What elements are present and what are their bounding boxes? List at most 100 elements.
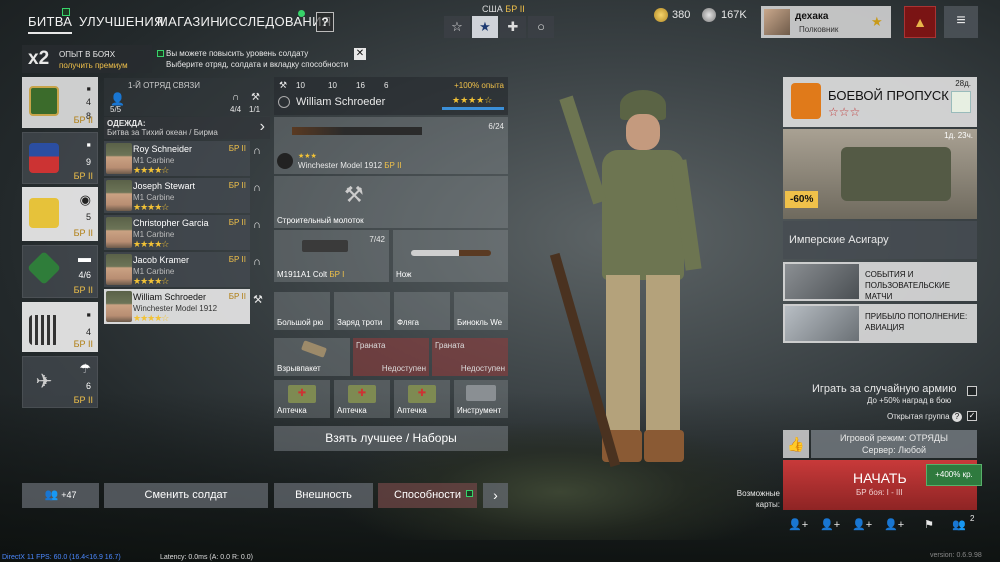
item-slot-1[interactable]: ✚ Аптечка [274, 380, 330, 418]
close-notice-button[interactable]: ✕ [354, 48, 366, 60]
grenade-slot-2[interactable]: Граната Недоступен [353, 338, 429, 376]
gear-slot-4[interactable]: Бинокль We [454, 292, 508, 330]
soldier-rank: БР II [228, 181, 246, 190]
knife-slot[interactable]: Нож [393, 230, 508, 282]
soldier-row-1[interactable]: Roy Schneider M1 Carbine ★★★★☆ БР II [104, 141, 250, 176]
battle-rating: БР боя: I - III [856, 488, 903, 497]
debug-latency: Latency: 0.0ms (A: 0.0 R: 0.0) [160, 554, 253, 561]
grenade-name: Граната [435, 341, 465, 350]
help-button[interactable]: ? [316, 12, 334, 32]
squad-emblem-icon [29, 143, 59, 173]
squad-item-3[interactable]: ◉ 5 БР II [22, 187, 98, 241]
soldier-stars: ★★★★☆ [133, 276, 169, 286]
item-slot-4[interactable]: Инструмент [454, 380, 508, 418]
medkit-icon: ✚ [348, 385, 376, 403]
add-friend-icon[interactable]: 👤+ [852, 518, 872, 531]
next-button[interactable]: › [483, 483, 508, 508]
boost-title: ОПЫТ В БОЯХ [59, 50, 116, 59]
change-soldier-button[interactable]: Сменить солдат [104, 483, 268, 508]
abilities-button[interactable]: Способности [378, 483, 477, 508]
grenade-slot-1[interactable]: Взрывпакет [274, 338, 350, 376]
army-star-outline-icon[interactable]: ☆ [444, 16, 470, 38]
tab-research[interactable]: ИССЛЕДОВАНИЯ [219, 14, 331, 29]
gear-slot-3[interactable]: Фляга [394, 292, 450, 330]
like-button[interactable]: 👍 [783, 430, 809, 458]
item-slot-3[interactable]: ✚ Аптечка [394, 380, 450, 418]
soldier-row-3[interactable]: Christopher Garcia M1 Carbine ★★★★☆ БР I… [104, 215, 250, 250]
premium-boost[interactable]: x2 ОПЫТ В БОЯХ получить премиум [22, 45, 152, 73]
group-icon[interactable]: 👥 [952, 518, 966, 531]
left-leg [606, 275, 640, 435]
news-card-2[interactable]: ПРИБЫЛО ПОПОЛНЕНИЕ: АВИАЦИЯ [783, 304, 977, 343]
silver-amount: 167K [721, 9, 747, 21]
soldier-weapon: Winchester Model 1912 [133, 304, 218, 313]
battlepass-icon [791, 83, 821, 119]
squad-emblem-icon [29, 315, 59, 345]
soldier-weapon: M1 Carbine [133, 193, 175, 202]
primary-name: Winchester Model 1912 БР II [298, 161, 402, 170]
news-card-1[interactable]: СОБЫТИЯ И ПОЛЬЗОВАТЕЛЬСКИЕ МАТЧИ [783, 262, 977, 301]
soldier-row-5[interactable]: William Schroeder Winchester Model 1912 … [104, 289, 250, 324]
tab-shop[interactable]: МАГАЗИН [157, 14, 220, 29]
soldier-detail-name: William Schroeder [296, 96, 386, 108]
item-slot-2[interactable]: ✚ Аптечка [334, 380, 390, 418]
soldier-name: William Schroeder [133, 292, 207, 302]
offer-card[interactable]: -60% 1д. 23ч. [783, 129, 977, 219]
soldier-row-2[interactable]: Joseph Stewart M1 Carbine ★★★★☆ БР II [104, 178, 250, 213]
shotgun-icon [292, 127, 422, 135]
soldier-stars: ★★★★☆ [133, 239, 169, 249]
tab-battle[interactable]: БИТВА [28, 14, 73, 34]
tab-battle-badge [62, 8, 70, 16]
open-group-checkbox[interactable]: ✓ [967, 411, 977, 421]
right-boot [644, 430, 684, 462]
add-friend-icon[interactable]: 👤+ [788, 518, 808, 531]
help-icon[interactable]: ? [952, 412, 962, 422]
soldier-weapon: M1 Carbine [133, 267, 175, 276]
squad-item-4[interactable]: ▬ 4/6 БР II [22, 245, 98, 298]
soldier-row-4[interactable]: Jacob Kramer M1 Carbine ★★★★☆ БР II [104, 252, 250, 287]
possible-maps[interactable]: Возможные карты: [734, 488, 780, 510]
offer-title-card[interactable]: Имперские Асигару [783, 221, 977, 259]
gear-slot-2[interactable]: Заряд троти [334, 292, 390, 330]
random-army-checkbox[interactable] [967, 386, 977, 396]
menu-button[interactable]: ≡ [944, 6, 978, 38]
pistol-slot[interactable]: 7/42 M1911A1 Colt БР I [274, 230, 389, 282]
research-notification-dot [298, 10, 305, 17]
squad-type-icon: ▪ [86, 81, 91, 96]
news-image [785, 264, 859, 299]
profile-card[interactable]: дехака Полковник ★ [761, 6, 891, 38]
squad-item-6[interactable]: ✈ ☂ 6 БР II [22, 356, 98, 408]
tool-slot[interactable]: ⚒ Строительный молоток [274, 176, 508, 228]
wrench-icon: ⚒ [253, 294, 263, 306]
engineer-count: 1/1 [249, 105, 261, 114]
tab-upgrades[interactable]: УЛУЧШЕНИЯ [79, 14, 164, 29]
grenade-slot-3[interactable]: Граната Недоступен [432, 338, 508, 376]
recruit-button[interactable]: 👥 +47 [22, 483, 99, 508]
soldier-rank: БР II [228, 255, 246, 264]
army-usa-icon[interactable]: ★ [472, 16, 498, 38]
battlepass-card[interactable]: БОЕВОЙ ПРОПУСК ☆☆☆ 28д. [783, 77, 977, 127]
gear-slot-1[interactable]: Большой рю [274, 292, 330, 330]
outfit-selector[interactable]: ОДЕЖДА: Битва за Тихий океан / Бирма › [104, 117, 270, 139]
squad-count: 5 [85, 212, 91, 222]
add-friend-icon[interactable]: 👤+ [884, 518, 904, 531]
rank-badge-icon[interactable]: ▲ [904, 6, 936, 38]
right-leg [646, 275, 680, 435]
medkit-icon: ✚ [288, 385, 316, 403]
flag-icon[interactable]: ⚑ [924, 518, 934, 531]
squad-item-5[interactable]: ▪ 4 БР II [22, 302, 98, 352]
game-mode-button[interactable]: Игровой режим: ОТРЯДЫ Сервер: Любой [811, 430, 977, 458]
add-friend-icon[interactable]: 👤+ [820, 518, 840, 531]
army-circle-icon[interactable]: ○ [528, 16, 554, 38]
squad-item-2[interactable]: ▪ 9 БР II [22, 132, 98, 184]
silver-coin-icon [702, 8, 716, 22]
take-best-button[interactable]: Взять лучшее / Наборы [274, 426, 508, 451]
squad-item-1[interactable]: ▪ 4 8 БР II [22, 77, 98, 128]
primary-weapon-slot[interactable]: 6/24 ★★★ Winchester Model 1912 БР II [274, 117, 508, 174]
army-selector[interactable]: ☆ ★ ✚ ○ [444, 16, 556, 38]
random-army-bonus: До +50% наград в бою [867, 396, 952, 405]
open-group-label: Открытая группа [887, 412, 950, 421]
appearance-button[interactable]: Внешность [274, 483, 373, 508]
army-cross-icon[interactable]: ✚ [500, 16, 526, 38]
headset-icon: ∩ [253, 256, 261, 268]
